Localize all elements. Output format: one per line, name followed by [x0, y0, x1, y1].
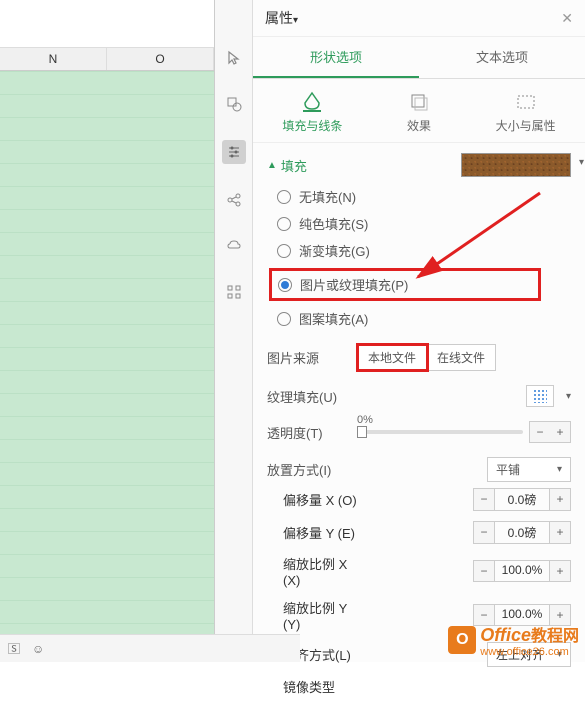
- offset-x-row: 偏移量 X (O) − 0.0磅 +: [283, 488, 571, 511]
- radio-gradient-fill[interactable]: 渐变填充(G): [277, 241, 571, 260]
- side-toolbar: [215, 0, 253, 662]
- watermark: O Office教程网 www.office26.com: [448, 622, 579, 658]
- offset-y-plus[interactable]: +: [550, 522, 570, 543]
- radio-no-fill[interactable]: 无填充(N): [277, 187, 571, 206]
- offset-y-stepper: − 0.0磅 +: [473, 521, 571, 544]
- tile-mode-label: 放置方式(I): [267, 460, 349, 479]
- texture-picker[interactable]: [526, 385, 554, 407]
- scale-x-minus[interactable]: −: [474, 561, 494, 581]
- backup-icon[interactable]: [224, 236, 244, 256]
- panel-title: 属性▾: [265, 8, 298, 28]
- opacity-minus[interactable]: −: [530, 422, 550, 442]
- texture-fill-row: 纹理填充(U) ▾: [267, 385, 571, 407]
- opacity-slider[interactable]: 0%: [357, 430, 523, 434]
- properties-icon[interactable]: [222, 140, 246, 164]
- close-icon[interactable]: ✕: [561, 10, 573, 27]
- opacity-label: 透明度(T): [267, 423, 349, 442]
- sub-tabs: 填充与线条 效果 大小与属性: [253, 79, 585, 143]
- offset-x-minus[interactable]: −: [474, 489, 494, 510]
- emoji-icon[interactable]: ☺: [32, 642, 44, 656]
- radio-pattern-fill[interactable]: 图案填充(A): [277, 309, 571, 328]
- fill-section-title[interactable]: ▲填充: [267, 156, 307, 175]
- sheet-top-bar: [0, 0, 214, 48]
- texture-fill-label: 纹理填充(U): [267, 387, 349, 406]
- scale-x-label: 缩放比例 X (X): [283, 554, 365, 588]
- bottom-toolbar: 🅂 ☺: [0, 634, 300, 662]
- fill-type-radios: 无填充(N) 纯色填充(S) 渐变填充(G) 图片或纹理填充(P) 图案填充(A…: [267, 187, 571, 328]
- spreadsheet-pane: N O: [0, 0, 215, 662]
- opacity-stepper[interactable]: − +: [529, 421, 571, 443]
- offset-y-minus[interactable]: −: [474, 522, 494, 543]
- offset-y-value[interactable]: 0.0磅: [494, 522, 550, 543]
- shape-icon[interactable]: [224, 94, 244, 114]
- tab-text-options[interactable]: 文本选项: [419, 37, 585, 78]
- offset-x-value[interactable]: 0.0磅: [494, 489, 550, 510]
- subtab-fill-line[interactable]: 填充与线条: [261, 91, 364, 134]
- scale-x-row: 缩放比例 X (X) − 100.0% +: [283, 554, 571, 588]
- radio-picture-texture-fill[interactable]: 图片或纹理填充(P): [269, 268, 541, 301]
- cursor-icon[interactable]: [224, 48, 244, 68]
- column-headers: N O: [0, 48, 214, 71]
- tile-mode-row: 放置方式(I) 平铺▾: [267, 457, 571, 482]
- mirror-label: 镜像类型: [283, 677, 365, 696]
- picture-source-label: 图片来源: [267, 348, 349, 367]
- opacity-row: 透明度(T) 0% − +: [267, 421, 571, 443]
- tab-shape-options[interactable]: 形状选项: [253, 37, 419, 78]
- opacity-plus[interactable]: +: [550, 422, 570, 442]
- mirror-row: 镜像类型: [283, 677, 571, 696]
- share-icon[interactable]: [224, 190, 244, 210]
- offset-y-row: 偏移量 Y (E) − 0.0磅 +: [283, 521, 571, 544]
- sheet-cells[interactable]: [0, 71, 214, 662]
- watermark-icon: O: [448, 626, 476, 654]
- tile-mode-select[interactable]: 平铺▾: [487, 457, 571, 482]
- scale-x-stepper: − 100.0% +: [473, 560, 571, 582]
- scale-x-plus[interactable]: +: [550, 561, 570, 581]
- scale-y-label: 缩放比例 Y (Y): [283, 598, 365, 632]
- offset-y-label: 偏移量 Y (E): [283, 523, 365, 542]
- panel-tabs: 形状选项 文本选项: [253, 37, 585, 79]
- col-header-o[interactable]: O: [107, 48, 214, 70]
- col-header-n[interactable]: N: [0, 48, 107, 70]
- properties-panel: 属性▾ ✕ 形状选项 文本选项 填充与线条 效果 大小与属性 ▲填充: [253, 0, 585, 662]
- ime-icon[interactable]: 🅂: [8, 640, 20, 657]
- grid-icon[interactable]: [224, 282, 244, 302]
- offset-x-stepper: − 0.0磅 +: [473, 488, 571, 511]
- radio-solid-fill[interactable]: 纯色填充(S): [277, 214, 571, 233]
- online-file-button[interactable]: 在线文件: [427, 345, 495, 370]
- subtab-size-props[interactable]: 大小与属性: [474, 91, 577, 134]
- scale-x-value[interactable]: 100.0%: [494, 561, 550, 581]
- local-file-button[interactable]: 本地文件: [358, 345, 427, 370]
- fill-color-swatch[interactable]: [461, 153, 571, 177]
- subtab-effect[interactable]: 效果: [368, 91, 471, 134]
- offset-x-plus[interactable]: +: [550, 489, 570, 510]
- offset-x-label: 偏移量 X (O): [283, 490, 365, 509]
- picture-source-row: 图片来源 本地文件 在线文件: [267, 344, 571, 371]
